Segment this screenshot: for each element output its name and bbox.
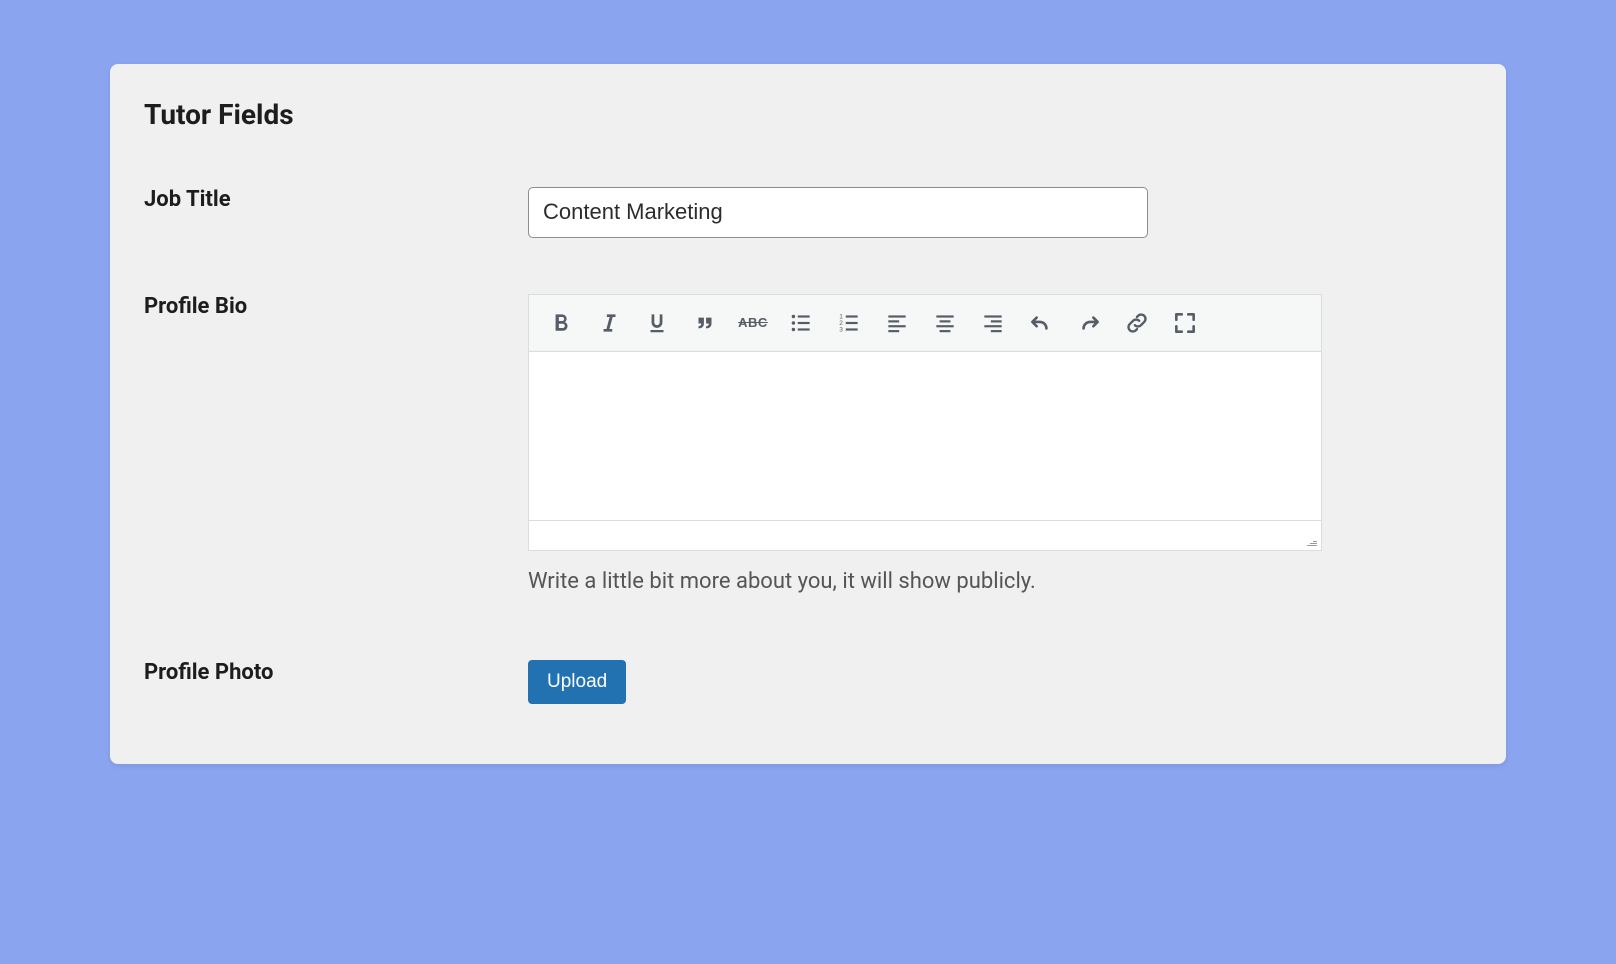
align-center-icon — [932, 310, 958, 336]
bulleted-list-icon — [788, 310, 814, 336]
fullscreen-icon — [1172, 310, 1198, 336]
align-center-button[interactable] — [921, 299, 969, 347]
link-icon — [1124, 310, 1150, 336]
numbered-list-icon: 123 — [836, 310, 862, 336]
job-title-input[interactable] — [528, 187, 1148, 238]
italic-button[interactable] — [585, 299, 633, 347]
undo-button[interactable] — [1017, 299, 1065, 347]
profile-photo-row: Profile Photo Upload — [110, 640, 1506, 704]
resize-handle[interactable] — [1307, 541, 1319, 548]
bio-help-text: Write a little bit more about you, it wi… — [528, 569, 1322, 594]
job-title-row: Job Title — [110, 167, 1506, 238]
profile-bio-row: Profile Bio — [110, 274, 1506, 594]
quote-icon — [692, 310, 718, 336]
editor-statusbar — [529, 520, 1321, 550]
strikethrough-icon: ABC — [738, 315, 768, 330]
underline-button[interactable] — [633, 299, 681, 347]
strikethrough-button[interactable]: ABC — [729, 299, 777, 347]
bio-textarea[interactable] — [529, 352, 1321, 520]
undo-icon — [1028, 310, 1054, 336]
bold-button[interactable] — [537, 299, 585, 347]
numbered-list-button[interactable]: 123 — [825, 299, 873, 347]
italic-icon — [596, 310, 622, 336]
align-right-button[interactable] — [969, 299, 1017, 347]
tutor-fields-panel: Tutor Fields Job Title Profile Bio — [110, 64, 1506, 764]
bio-editor: ABC 123 — [528, 294, 1322, 551]
upload-button[interactable]: Upload — [528, 660, 626, 704]
bold-icon — [548, 310, 574, 336]
align-left-button[interactable] — [873, 299, 921, 347]
bulleted-list-button[interactable] — [777, 299, 825, 347]
align-left-icon — [884, 310, 910, 336]
profile-photo-label: Profile Photo — [144, 660, 273, 685]
blockquote-button[interactable] — [681, 299, 729, 347]
redo-icon — [1076, 310, 1102, 336]
svg-text:3: 3 — [839, 326, 843, 333]
panel-title: Tutor Fields — [110, 94, 1506, 141]
editor-toolbar: ABC 123 — [529, 295, 1321, 352]
align-right-icon — [980, 310, 1006, 336]
redo-button[interactable] — [1065, 299, 1113, 347]
job-title-label: Job Title — [144, 187, 231, 212]
profile-bio-label: Profile Bio — [144, 294, 247, 319]
link-button[interactable] — [1113, 299, 1161, 347]
underline-icon — [644, 310, 670, 336]
fullscreen-button[interactable] — [1161, 299, 1209, 347]
